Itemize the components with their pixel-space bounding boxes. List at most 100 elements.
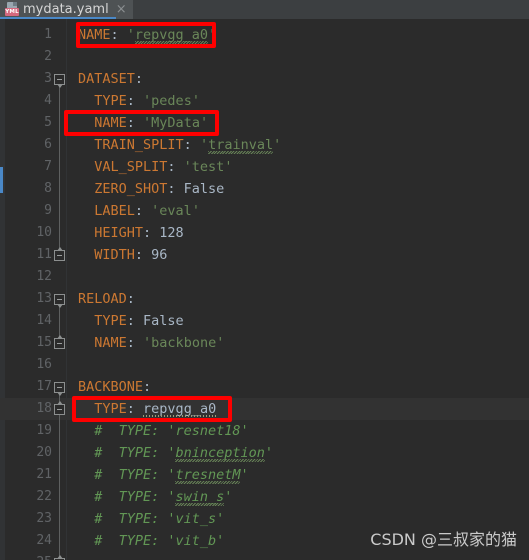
line-number: 16 xyxy=(36,357,52,372)
code-line[interactable]: 12 xyxy=(0,266,529,288)
tab-title: mydata.yaml xyxy=(23,2,109,17)
line-number: 2 xyxy=(44,49,52,64)
code-line[interactable]: 7 VAL_SPLIT: 'test' xyxy=(0,156,529,178)
yaml-value: 'pedes' xyxy=(134,93,200,109)
line-content: LABEL: 'eval' xyxy=(78,200,200,222)
colon-punct: : xyxy=(143,225,152,241)
editor-tab-bar: YML mydata.yaml × xyxy=(0,0,529,19)
line-number: 15 xyxy=(36,335,52,350)
yaml-value: 'backbone' xyxy=(134,335,225,351)
yaml-key: NAME xyxy=(78,335,127,351)
code-line[interactable]: 15 NAME: 'backbone' xyxy=(0,332,529,354)
yaml-value: 128 xyxy=(151,225,184,241)
code-line[interactable]: 14 TYPE: False xyxy=(0,310,529,332)
yaml-key: ZERO_SHOT xyxy=(78,181,168,197)
code-line[interactable]: 9 LABEL: 'eval' xyxy=(0,200,529,222)
code-line[interactable]: 5 NAME: 'MyData' xyxy=(0,112,529,134)
colon-punct: : xyxy=(167,159,176,175)
code-line[interactable]: 18 TYPE: repvgg_a0 xyxy=(0,398,529,420)
yaml-icon-badge: YML xyxy=(5,8,19,16)
colon-punct: : xyxy=(126,93,135,109)
code-line[interactable]: 19 # TYPE: 'resnet18' xyxy=(0,420,529,442)
fold-collapse-icon[interactable] xyxy=(54,382,65,396)
colon-punct: : xyxy=(126,291,135,307)
code-line[interactable]: 1 NAME: 'repvgg_a0' xyxy=(0,24,529,46)
colon-punct: : xyxy=(126,313,135,329)
colon-punct: : xyxy=(126,115,135,131)
code-line[interactable]: 3 DATASET: xyxy=(0,68,529,90)
code-line[interactable]: 8 ZERO_SHOT: False xyxy=(0,178,529,200)
yaml-key: TYPE xyxy=(78,401,127,417)
watermark: CSDN @三叔家的猫 xyxy=(370,530,517,549)
fold-rail xyxy=(59,305,60,338)
code-line[interactable]: 25 xyxy=(0,552,529,560)
inspection-dotted-underline xyxy=(142,415,217,417)
code-line[interactable]: 10 HEIGHT: 128 xyxy=(0,222,529,244)
code-line[interactable]: 13 RELOAD: xyxy=(0,288,529,310)
line-number: 23 xyxy=(36,511,52,526)
line-content: TYPE: False xyxy=(78,310,184,332)
yaml-key: TYPE xyxy=(78,313,127,329)
line-content: TYPE: 'pedes' xyxy=(78,90,200,112)
line-content: RELOAD: xyxy=(78,288,135,310)
fold-rail xyxy=(59,85,60,250)
fold-collapse-icon[interactable] xyxy=(54,74,65,88)
line-number: 7 xyxy=(44,159,52,174)
code-line[interactable]: 21 # TYPE: 'tresnetM' xyxy=(0,464,529,486)
yaml-value: False xyxy=(134,313,184,329)
code-line[interactable]: 22 # TYPE: 'swin_s' xyxy=(0,486,529,508)
line-number: 14 xyxy=(36,313,52,328)
yaml-key: RELOAD xyxy=(78,291,127,307)
code-line[interactable]: 17 BACKBONE: xyxy=(0,376,529,398)
line-content: ZERO_SHOT: False xyxy=(78,178,224,200)
colon-punct: : xyxy=(134,71,144,87)
yaml-key: VAL_SPLIT xyxy=(78,159,168,175)
code-editor-window: YML mydata.yaml × 1 NAME: 'repvgg_a0' 2 3 DA… xyxy=(0,0,529,560)
line-content: VAL_SPLIT: 'test' xyxy=(78,156,232,178)
fold-end-icon[interactable] xyxy=(54,401,65,415)
line-number: 12 xyxy=(36,269,52,284)
yaml-key: NAME xyxy=(78,27,111,43)
yaml-value: 'eval' xyxy=(143,203,200,219)
colon-punct: : xyxy=(126,401,135,417)
yaml-key: HEIGHT xyxy=(78,225,144,241)
line-content: HEIGHT: 128 xyxy=(78,222,184,244)
spellcheck-squiggle xyxy=(175,459,265,462)
line-number: 6 xyxy=(44,137,52,152)
yaml-value: False xyxy=(175,181,225,197)
spellcheck-squiggle xyxy=(134,41,208,44)
code-line[interactable]: 4 TYPE: 'pedes' xyxy=(0,90,529,112)
line-content: # TYPE: 'resnet18' xyxy=(78,420,248,442)
colon-punct: : xyxy=(183,137,192,153)
yaml-key: TRAIN_SPLIT xyxy=(78,137,184,153)
line-number: 20 xyxy=(36,445,52,460)
line-content: WIDTH: 96 xyxy=(78,244,167,266)
code-line[interactable]: 2 xyxy=(0,46,529,68)
line-number: 1 xyxy=(44,27,52,42)
fold-end-icon[interactable] xyxy=(54,335,65,349)
line-number: 17 xyxy=(36,379,52,394)
yaml-key: LABEL xyxy=(78,203,135,219)
line-number: 8 xyxy=(44,181,52,196)
yaml-key: BACKBONE xyxy=(78,379,144,395)
line-content: NAME: 'backbone' xyxy=(78,332,224,354)
colon-punct: : xyxy=(167,181,176,197)
close-icon[interactable]: × xyxy=(116,3,127,16)
fold-rail xyxy=(59,393,60,558)
spellcheck-squiggle xyxy=(175,503,225,506)
editor-surface[interactable]: 1 NAME: 'repvgg_a0' 2 3 DATASET: 4 TYPE: 'ped… xyxy=(0,19,529,560)
yaml-value: 'test' xyxy=(175,159,233,175)
line-number: 24 xyxy=(36,533,52,548)
line-number: 21 xyxy=(36,467,52,482)
line-number: 19 xyxy=(36,423,52,438)
yaml-key: NAME xyxy=(78,115,127,131)
code-line[interactable]: 16 xyxy=(0,354,529,376)
line-number: 13 xyxy=(36,291,52,306)
code-line[interactable]: 11 WIDTH: 96 xyxy=(0,244,529,266)
line-number: 4 xyxy=(44,93,52,108)
line-number: 9 xyxy=(44,203,52,218)
fold-end-icon[interactable] xyxy=(54,247,65,261)
line-number: 25 xyxy=(0,552,52,560)
fold-collapse-icon[interactable] xyxy=(54,294,65,308)
line-number: 5 xyxy=(44,115,52,130)
